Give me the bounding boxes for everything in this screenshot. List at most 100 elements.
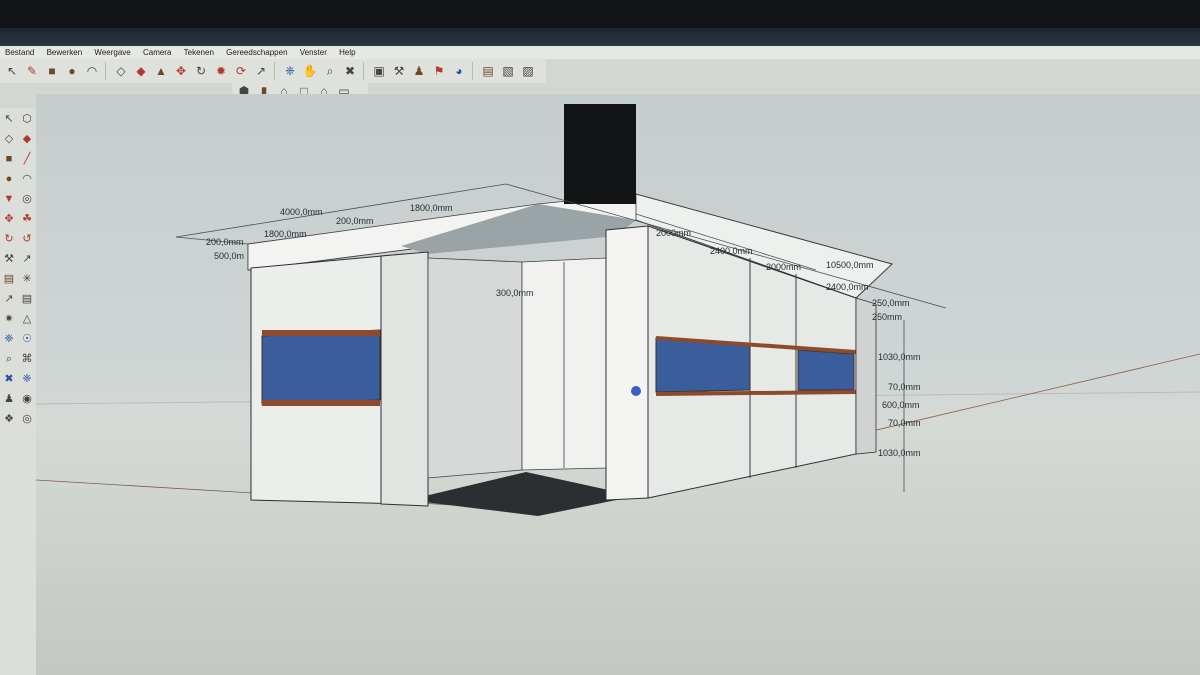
paint-bucket-icon[interactable]: ◆: [132, 62, 150, 80]
toolbar-separator: [472, 62, 475, 80]
text-icon[interactable]: ▤: [0, 270, 18, 288]
arc-icon[interactable]: ◠: [18, 170, 36, 188]
menu-draw[interactable]: Tekenen: [179, 46, 219, 59]
footprints-icon[interactable]: ❖: [0, 410, 18, 428]
pan-icon[interactable]: ☉: [18, 330, 36, 348]
dimension-icon[interactable]: ↗: [0, 290, 18, 308]
right-window-2: [797, 349, 855, 391]
left-window: [261, 329, 381, 405]
pencil-icon[interactable]: ╱: [18, 150, 36, 168]
eraser-icon[interactable]: ◇: [112, 62, 130, 80]
right-window: [655, 337, 751, 393]
dimension-label: 200,0mm: [206, 237, 244, 247]
position-camera-icon[interactable]: ♟: [0, 390, 18, 408]
rectangle-icon[interactable]: ■: [43, 62, 61, 80]
component-icon[interactable]: ⬡: [18, 110, 36, 128]
dimension-label: 10500,0mm: [826, 260, 874, 270]
orbit-icon[interactable]: ❈: [0, 330, 18, 348]
eye-icon[interactable]: ◉: [18, 390, 36, 408]
select-icon[interactable]: ↖: [0, 110, 18, 128]
offset-icon[interactable]: ◎: [18, 190, 36, 208]
menu-window[interactable]: Venster: [295, 46, 332, 59]
dimension-label: 250,0mm: [872, 298, 910, 308]
move-icon[interactable]: ✥: [0, 210, 18, 228]
select-icon[interactable]: ↖: [3, 62, 21, 80]
dimension-label: 2000mm: [656, 228, 691, 238]
menu-edit[interactable]: Bewerken: [42, 46, 88, 59]
warehouse-icon[interactable]: ♟: [410, 62, 428, 80]
offset-icon[interactable]: ⟳: [232, 62, 250, 80]
toolbar-separator: [274, 62, 277, 80]
front-pillar: [605, 225, 649, 501]
tape-icon[interactable]: ⚒: [0, 250, 18, 268]
zoom-icon[interactable]: ⌕: [321, 62, 339, 80]
dimension-label: 2400,0mm: [710, 246, 753, 256]
monitor-screen: Bestand Bewerken Weergave Camera Tekenen…: [0, 28, 1200, 675]
dimension-label: 250mm: [872, 312, 902, 322]
paint-bucket-icon[interactable]: ◆: [18, 130, 36, 148]
model-scene: 4000,0mm 1800,0mm 200,0mm 1800,0mm 200,0…: [36, 104, 1200, 516]
toolbar-separator: [105, 62, 108, 80]
left-wall-edge: [380, 251, 429, 507]
zoom-extents-icon[interactable]: ✖: [341, 62, 359, 80]
rotate-icon[interactable]: ↻: [0, 230, 18, 248]
dimension-label: 200,0mm: [336, 216, 374, 226]
tape-icon[interactable]: ⚒: [390, 62, 408, 80]
left-window-sill-top: [262, 330, 380, 336]
dimension-label: 2400,0mm: [826, 282, 869, 292]
menu-bar: Bestand Bewerken Weergave Camera Tekenen…: [0, 46, 1200, 59]
protractor-icon[interactable]: ↗: [18, 250, 36, 268]
orbit-icon[interactable]: ❈: [281, 62, 299, 80]
zoom-icon[interactable]: ⌕: [0, 350, 18, 368]
toolbar-separator: [363, 62, 366, 80]
left-window-sill-bottom: [262, 400, 380, 406]
floor-shadow: [408, 472, 636, 516]
follow-me-icon[interactable]: ☘: [18, 210, 36, 228]
move-icon[interactable]: ✥: [172, 62, 190, 80]
layers-icon[interactable]: ▧: [499, 62, 517, 80]
arc-icon[interactable]: ◠: [83, 62, 101, 80]
left-toolbar: ↖ ⬡ ◇ ◆ ■ ╱ ● ◠ ▼ ◎ ✥ ☘ ↻ ↺ ⚒ ↗ ▤ ✳ ↗ ▤ …: [0, 108, 36, 675]
styles-icon[interactable]: ▨: [519, 62, 537, 80]
scale-icon[interactable]: ↗: [252, 62, 270, 80]
pushpull-icon[interactable]: ▲: [152, 62, 170, 80]
follow-me-icon[interactable]: ✹: [212, 62, 230, 80]
scale-icon[interactable]: ↺: [18, 230, 36, 248]
model-viewport[interactable]: 4000,0mm 1800,0mm 200,0mm 1800,0mm 200,0…: [36, 94, 1200, 675]
dimension-label: 1800,0mm: [264, 229, 307, 239]
dimension-label: 1030,0mm: [878, 448, 921, 458]
menu-file[interactable]: Bestand: [0, 46, 39, 59]
menu-view[interactable]: Weergave: [89, 46, 135, 59]
globe-icon[interactable]: ◕: [450, 62, 468, 80]
rotate-icon[interactable]: ↻: [192, 62, 210, 80]
circle-icon[interactable]: ●: [63, 62, 81, 80]
right-sill-bottom: [655, 390, 857, 396]
components-icon[interactable]: ▣: [370, 62, 388, 80]
pan-icon[interactable]: ✋: [301, 62, 319, 80]
extension-icon[interactable]: ▤: [479, 62, 497, 80]
zoom-window-icon[interactable]: ⌘: [18, 350, 36, 368]
title-bar: [0, 28, 1200, 46]
dimension-label: 2000mm: [766, 262, 801, 272]
section-display-icon[interactable]: ◎: [18, 410, 36, 428]
zoom-extents-icon[interactable]: ✖: [0, 370, 18, 388]
circle-icon[interactable]: ●: [0, 170, 18, 188]
dimension-label: 600,0mm: [882, 400, 920, 410]
previous-view-icon[interactable]: ❈: [18, 370, 36, 388]
eraser-icon[interactable]: ◇: [0, 130, 18, 148]
chimney: [564, 104, 636, 204]
look-around-icon[interactable]: △: [18, 310, 36, 328]
section-plane-icon[interactable]: ▤: [18, 290, 36, 308]
walk-icon[interactable]: ✷: [0, 310, 18, 328]
share-icon[interactable]: ⚑: [430, 62, 448, 80]
pushpull-icon[interactable]: ▼: [0, 190, 18, 208]
dimension-label: 1030,0mm: [878, 352, 921, 362]
axes-icon[interactable]: ✳: [18, 270, 36, 288]
rectangle-icon[interactable]: ■: [0, 150, 18, 168]
pencil-icon[interactable]: ✎: [23, 62, 41, 80]
menu-tools[interactable]: Gereedschappen: [221, 46, 292, 59]
dimension-label: 4000,0mm: [280, 207, 323, 217]
menu-camera[interactable]: Camera: [138, 46, 176, 59]
menu-help[interactable]: Help: [334, 46, 360, 59]
dimension-label: 70,0mm: [888, 382, 921, 392]
